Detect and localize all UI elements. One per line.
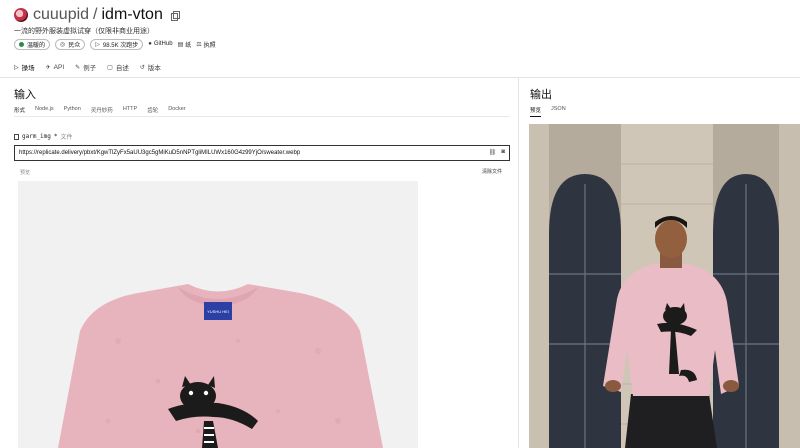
pencil-icon: ✎ [75,64,81,71]
visibility-label: 民众 [68,42,81,49]
model-description: 一流的野外服装虚拟试穿（仅限非商业用途） [14,28,154,35]
camera-icon[interactable]: ◙ [501,149,505,156]
play-icon: ▷ [14,64,19,71]
paper-label: 纸 [185,42,192,49]
paper-link[interactable]: ▤ 纸 [178,40,192,49]
tabs-divider [0,77,800,78]
garm-img-label: garm_img * 文件 [14,132,73,141]
github-label: GitHub [153,41,173,47]
history-icon: ↺ [139,64,145,71]
status-badge: 温暖的 [14,38,51,50]
rocket-icon: ✈ [45,64,51,71]
tab-readme[interactable]: ▢ 自述 [107,62,129,73]
output-heading: 输出 [530,89,552,101]
copy-icon[interactable] [170,10,180,21]
subtab-json[interactable]: JSON [551,106,566,117]
tab-versions[interactable]: ↺ 版本 [139,62,161,73]
tab-label: 自述 [115,65,129,72]
scale-icon: ⚖ [196,41,202,48]
runs-label: 98.5K 次跑步 [102,42,139,49]
garm-img-url-input[interactable]: https://replicate.delivery/pbxt/KgwTlZyF… [14,145,510,161]
github-icon: ● [148,41,152,47]
status-dot-icon [19,41,24,47]
field-name: garm_img [22,133,51,140]
file-icon: ▢ [107,64,113,71]
input-heading: 输入 [14,89,36,101]
input-tabs-divider [14,116,510,117]
tab-label: 版本 [147,65,161,72]
output-format-tabs: 预览 JSON [530,106,566,117]
model-tabs: ▷ 操场 ✈ API ✎ 例子 ▢ 自述 ↺ 版本 [14,62,161,73]
tab-label: 例子 [83,65,97,72]
github-link[interactable]: ● GitHub [148,41,172,47]
model-name[interactable]: idm-vton [102,6,163,24]
panel-divider [518,78,519,448]
tab-playground[interactable]: ▷ 操场 [14,62,35,73]
url-value: https://replicate.delivery/pbxt/KgwTlZyF… [19,150,301,156]
owner-link[interactable]: cuuupid [33,6,89,24]
tab-label: API [53,63,65,71]
tab-api[interactable]: ✈ API [46,62,65,72]
subtab-preview[interactable]: 预览 [530,106,542,117]
link-icon[interactable]: ⛓ [489,149,497,156]
garment-tag-text: YUSHU HEI [207,309,229,314]
license-label: 执照 [203,42,216,49]
model-header: cuuupid / idm-vton [14,5,180,25]
sweater-illustration: YUSHU HEI [18,181,418,448]
clear-file-button[interactable]: 清除文件 [482,168,502,175]
model-meta: 温暖的 ◎ 民众 ▷ 98.5K 次跑步 ● GitHub ▤ 纸 ⚖ 执照 [14,38,216,50]
visibility-badge: ◎ 民众 [55,38,86,50]
tab-examples[interactable]: ✎ 例子 [75,62,97,73]
required-marker: * [53,133,58,140]
breadcrumb-separator: / [93,6,98,23]
play-icon: ▷ [95,41,100,48]
tryon-photo [529,124,800,448]
owner-avatar[interactable] [14,8,28,22]
preview-label: 预览 [20,170,31,176]
output-result-image[interactable] [529,124,800,448]
document-icon: ▤ [177,41,184,48]
globe-icon: ◎ [60,41,66,48]
runs-badge: ▷ 98.5K 次跑步 [90,38,144,50]
license-link[interactable]: ⚖ 执照 [196,40,215,49]
file-icon [14,133,19,140]
garment-preview-image: YUSHU HEI [18,181,418,448]
tab-label: 操场 [21,65,35,72]
field-type: 文件 [60,135,73,141]
status-label: 温暖的 [27,42,46,49]
